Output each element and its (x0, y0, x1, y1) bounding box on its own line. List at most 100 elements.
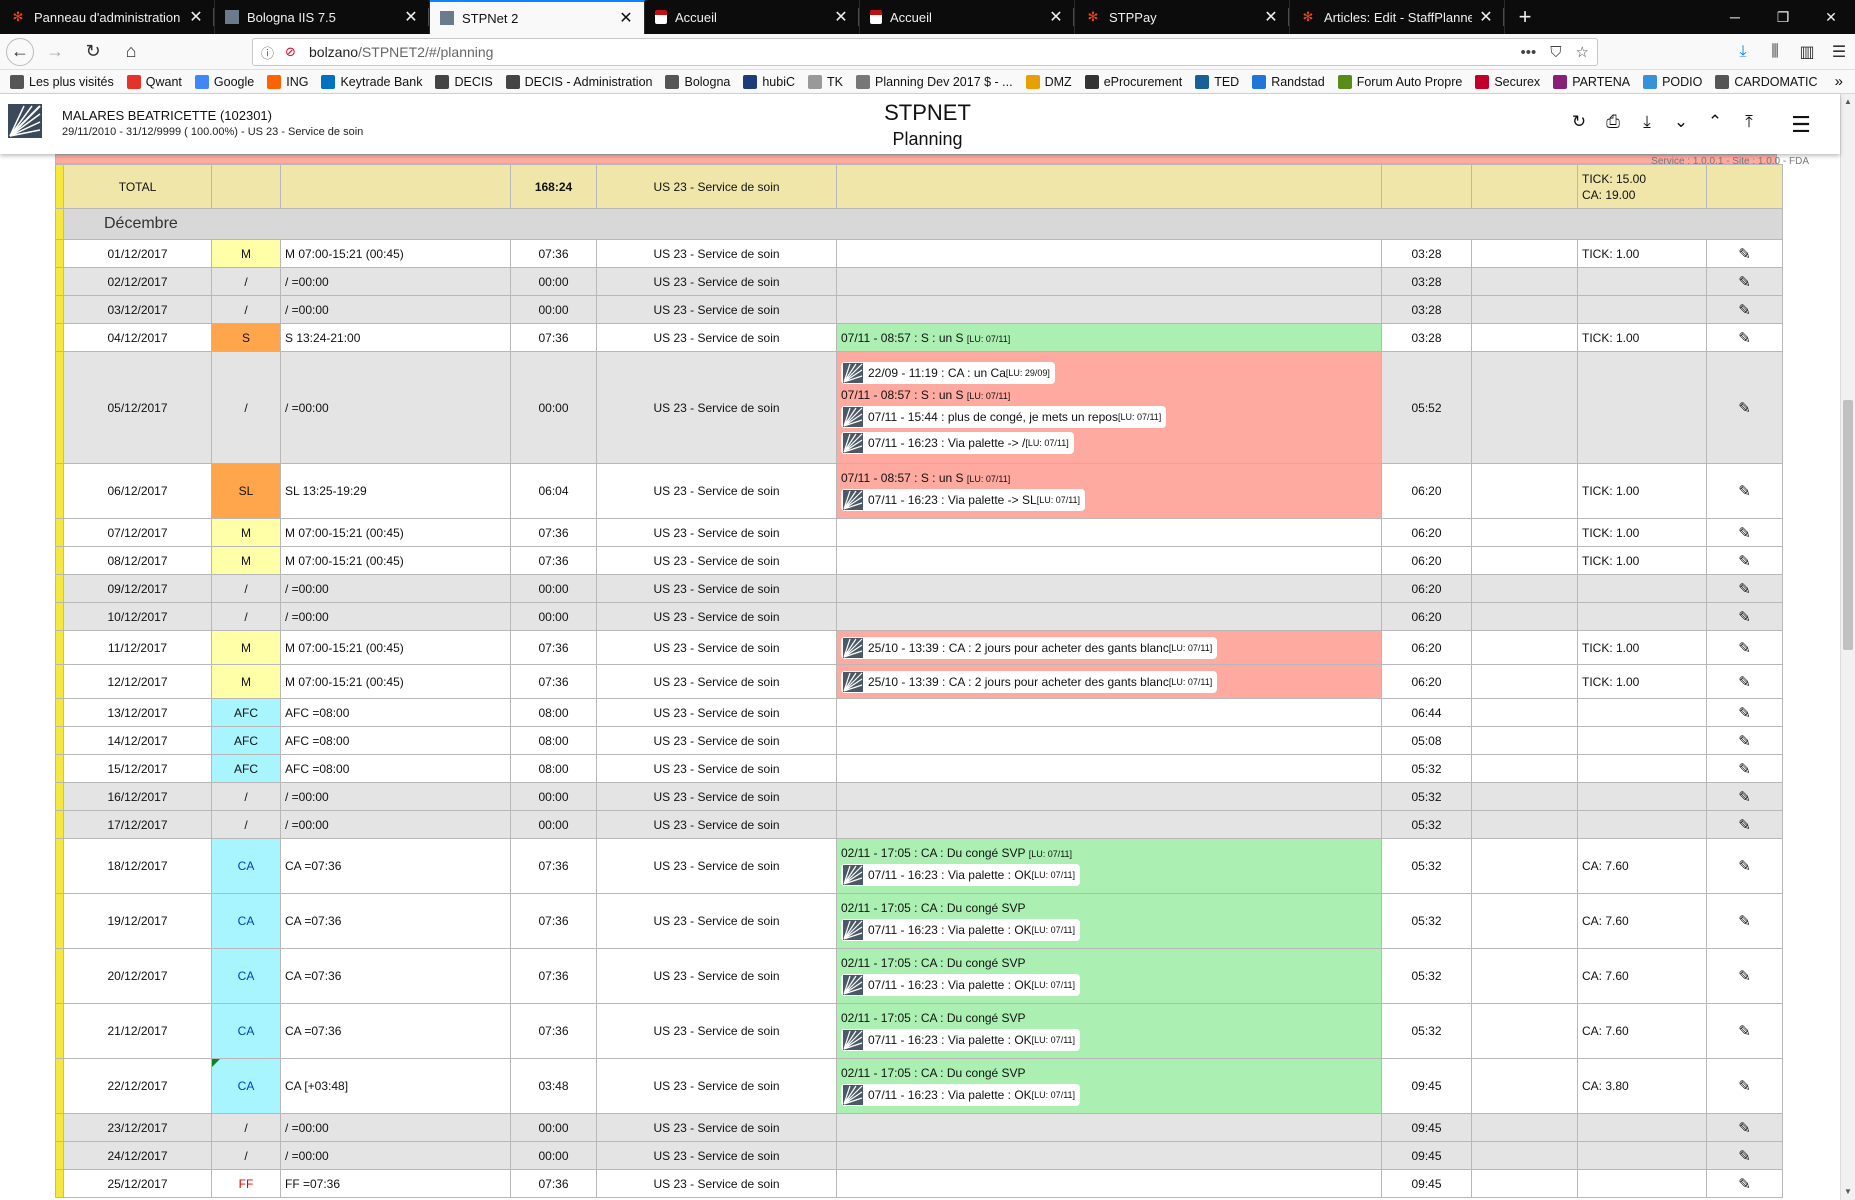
close-tab-icon[interactable]: ✕ (1263, 7, 1279, 27)
back-button[interactable]: ← (6, 37, 34, 66)
comment-line[interactable]: 02/11 - 17:05 : CA : Du congé SVP (841, 956, 1377, 970)
bookmark-item[interactable]: TED (1195, 74, 1239, 89)
bookmark-item[interactable]: Qwant (126, 74, 182, 89)
pocket-icon[interactable]: ⛉ (1550, 44, 1561, 61)
page-actions-icon[interactable]: ••• (1521, 44, 1537, 61)
home-button[interactable]: ⌂ (114, 37, 148, 67)
shift-code[interactable]: CA (211, 948, 281, 1004)
bookmark-item[interactable]: Keytrade Bank (321, 74, 422, 89)
bookmark-item[interactable]: PARTENA (1553, 74, 1630, 89)
shift-code[interactable]: S (211, 323, 281, 352)
library-icon[interactable]: ⫼ (1759, 43, 1791, 61)
close-tab-icon[interactable]: ✕ (618, 8, 634, 28)
edit-pencil-icon[interactable]: ✎ (1738, 609, 1751, 626)
edit-pencil-icon[interactable]: ✎ (1738, 761, 1751, 778)
bookmark-item[interactable]: TK (808, 74, 843, 89)
tab-5[interactable]: ✻ STPPay ✕ (1075, 0, 1290, 34)
shift-code[interactable]: / (211, 295, 281, 324)
tab-4[interactable]: Accueil ✕ (860, 0, 1075, 34)
comment-line[interactable]: 02/11 - 17:05 : CA : Du congé SVP (841, 901, 1377, 915)
shift-code[interactable]: AFC (211, 726, 281, 755)
edit-pencil-icon[interactable]: ✎ (1738, 581, 1751, 598)
edit-pencil-icon[interactable]: ✎ (1738, 817, 1751, 834)
tab-1[interactable]: Bologna IIS 7.5 ✕ (215, 0, 430, 34)
edit-pencil-icon[interactable]: ✎ (1738, 913, 1751, 930)
sidebar-icon[interactable]: ▥ (1791, 42, 1823, 62)
comment-pill[interactable]: 07/11 - 16:23 : Via palette -> SL [LU: 0… (841, 487, 1377, 513)
bookmark-item[interactable]: DECIS - Administration (505, 74, 652, 89)
shift-code[interactable]: / (211, 351, 281, 464)
comment-pill[interactable]: 07/11 - 16:23 : Via palette : OK [LU: 07… (841, 917, 1377, 943)
tab-3[interactable]: Accueil ✕ (645, 0, 860, 34)
bookmark-star-icon[interactable]: ☆ (1576, 43, 1589, 61)
comment-pill[interactable]: 25/10 - 13:39 : CA : 2 jours pour achete… (841, 635, 1377, 661)
bookmark-item[interactable]: PODIO (1643, 74, 1702, 89)
edit-pencil-icon[interactable]: ✎ (1738, 1023, 1751, 1040)
edit-pencil-icon[interactable]: ✎ (1738, 640, 1751, 657)
edit-pencil-icon[interactable]: ✎ (1738, 733, 1751, 750)
chevron-down-icon[interactable]: ⌄ (1664, 112, 1698, 138)
hamburger-menu-icon[interactable]: ☰ (1776, 112, 1826, 138)
shift-code[interactable]: CA (211, 838, 281, 894)
download-icon[interactable]: ⤓ (1630, 112, 1664, 138)
comment-line[interactable]: 07/11 - 08:57 : S : un S [LU: 07/11] (841, 388, 1377, 402)
comment-line[interactable]: 02/11 - 17:05 : CA : Du congé SVP (841, 1011, 1377, 1025)
edit-pencil-icon[interactable]: ✎ (1738, 400, 1751, 417)
comment-pill[interactable]: 07/11 - 15:44 : plus de congé, je mets u… (841, 404, 1377, 430)
comment-pill[interactable]: 25/10 - 13:39 : CA : 2 jours pour achete… (841, 669, 1377, 695)
edit-pencil-icon[interactable]: ✎ (1738, 246, 1751, 263)
edit-pencil-icon[interactable]: ✎ (1738, 968, 1751, 985)
edit-pencil-icon[interactable]: ✎ (1738, 1078, 1751, 1095)
shift-code[interactable]: / (211, 267, 281, 296)
bookmark-item[interactable]: DMZ (1025, 74, 1072, 89)
edit-pencil-icon[interactable]: ✎ (1738, 330, 1751, 347)
shift-code[interactable]: M (211, 518, 281, 547)
close-tab-icon[interactable]: ✕ (1048, 7, 1064, 27)
browser-menu-icon[interactable]: ☰ (1823, 42, 1855, 62)
shift-code[interactable]: / (211, 602, 281, 631)
comment-line[interactable]: 02/11 - 17:05 : CA : Du congé SVP (841, 1066, 1377, 1080)
edit-pencil-icon[interactable]: ✎ (1738, 674, 1751, 691)
shift-code[interactable]: AFC (211, 754, 281, 783)
shift-code[interactable]: / (211, 574, 281, 603)
shift-code[interactable]: M (211, 630, 281, 665)
comment-pill[interactable]: 07/11 - 16:23 : Via palette : OK [LU: 07… (841, 1027, 1377, 1053)
tab-6[interactable]: ✻ Articles: Edit - StaffPlanner - Ad ✕ (1290, 0, 1505, 34)
close-tab-icon[interactable]: ✕ (188, 7, 204, 27)
url-bar[interactable]: ⓘ ⊘ bolzano/STPNET2/#/planning ••• ⛉ ☆ (252, 38, 1598, 66)
edit-pencil-icon[interactable]: ✎ (1738, 1148, 1751, 1165)
minimize-icon[interactable]: ─ (1711, 0, 1759, 34)
tab-2[interactable]: STPNet 2 ✕ (430, 0, 645, 34)
bookmark-item[interactable]: hubiC (743, 74, 795, 89)
close-tab-icon[interactable]: ✕ (403, 7, 419, 27)
print-icon[interactable]: ⎙ (1596, 112, 1630, 138)
scrollbar-thumb[interactable] (1843, 400, 1853, 650)
shift-code[interactable]: AFC (211, 698, 281, 727)
bookmark-item[interactable]: Bologna (665, 74, 730, 89)
bookmark-item[interactable]: Forum Auto Propre (1337, 74, 1462, 89)
shift-code[interactable]: CA (211, 1058, 281, 1114)
shift-code[interactable]: FF (211, 1169, 281, 1198)
scroll-top-icon[interactable]: ⤒ (1732, 112, 1766, 138)
bookmarks-overflow-icon[interactable]: » (1835, 70, 1843, 93)
shift-code[interactable]: CA (211, 1003, 281, 1059)
bookmark-item[interactable]: ING (267, 74, 308, 89)
scroll-down-icon[interactable]: ▼ (1841, 1184, 1855, 1200)
download-icon[interactable]: ⤓ (1727, 43, 1759, 61)
comment-line[interactable]: 07/11 - 08:57 : S : un S [LU: 07/11] (841, 331, 1377, 345)
close-window-icon[interactable]: ✕ (1807, 0, 1855, 34)
comment-line[interactable]: 07/11 - 08:57 : S : un S [LU: 07/11] (841, 471, 1377, 485)
edit-pencil-icon[interactable]: ✎ (1738, 789, 1751, 806)
edit-pencil-icon[interactable]: ✎ (1738, 302, 1751, 319)
comment-pill[interactable]: 22/09 - 11:19 : CA : un Ca [LU: 29/09] (841, 360, 1377, 386)
comment-pill[interactable]: 07/11 - 16:23 : Via palette : OK [LU: 07… (841, 862, 1377, 888)
restore-icon[interactable]: ❐ (1759, 0, 1807, 34)
comment-pill[interactable]: 07/11 - 16:23 : Via palette -> / [LU: 07… (841, 430, 1377, 456)
edit-pencil-icon[interactable]: ✎ (1738, 1120, 1751, 1137)
shift-code[interactable]: M (211, 239, 281, 268)
comment-line[interactable]: 02/11 - 17:05 : CA : Du congé SVP [LU: 0… (841, 846, 1377, 860)
edit-pencil-icon[interactable]: ✎ (1738, 553, 1751, 570)
close-tab-icon[interactable]: ✕ (833, 7, 849, 27)
shift-code[interactable]: M (211, 664, 281, 699)
edit-pencil-icon[interactable]: ✎ (1738, 274, 1751, 291)
